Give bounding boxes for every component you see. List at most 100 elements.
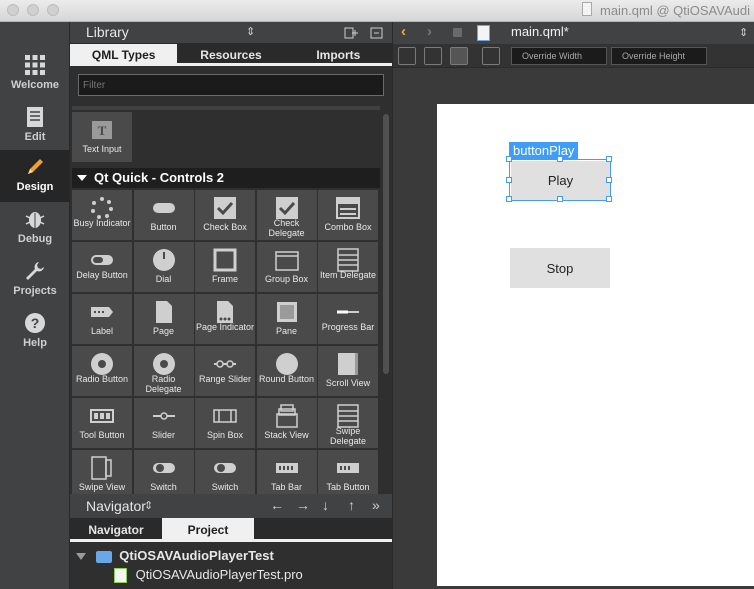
qml-type-label: Switch bbox=[211, 482, 239, 492]
tab-bar-icon bbox=[275, 463, 298, 473]
close-panel-icon[interactable] bbox=[370, 26, 384, 40]
resize-handle[interactable] bbox=[557, 196, 563, 202]
filter-input[interactable] bbox=[78, 74, 384, 96]
mode-projects[interactable]: Projects bbox=[0, 254, 70, 306]
mode-edit[interactable]: Edit bbox=[0, 100, 70, 152]
snap-off-icon[interactable] bbox=[398, 47, 416, 65]
tab-qml-types[interactable]: QML Types bbox=[70, 44, 178, 63]
qml-type-item[interactable]: Page Indicator bbox=[195, 294, 255, 344]
arrow-right-icon[interactable]: → bbox=[296, 497, 310, 513]
mode-debug[interactable]: Debug bbox=[0, 202, 70, 254]
qml-type-label: Radio Button bbox=[75, 374, 129, 384]
arrow-up-icon[interactable]: ↑ bbox=[348, 497, 355, 513]
qml-type-item[interactable]: Stack View bbox=[256, 398, 317, 448]
qml-type-item[interactable]: Scroll View bbox=[318, 346, 378, 396]
minimize-window-button[interactable] bbox=[27, 4, 39, 16]
qml-type-item[interactable]: Progress Bar bbox=[318, 294, 378, 344]
zoom-window-button[interactable] bbox=[47, 4, 59, 16]
mode-help[interactable]: ? Help bbox=[0, 306, 70, 358]
qml-type-label: Delay Button bbox=[76, 270, 128, 280]
resize-handle[interactable] bbox=[606, 156, 612, 162]
qml-type-item[interactable]: Dial bbox=[133, 242, 194, 292]
snap-anchors-icon[interactable] bbox=[424, 47, 442, 65]
qml-type-item[interactable]: Combo Box bbox=[318, 190, 378, 240]
qml-type-item[interactable]: Label bbox=[72, 294, 132, 344]
tab-navigator[interactable]: Navigator bbox=[70, 518, 162, 539]
qml-type-item[interactable]: Tool Button bbox=[72, 398, 132, 448]
check-delegate-icon bbox=[275, 197, 298, 219]
section-qt-quick-controls-2[interactable]: Qt Quick - Controls 2 bbox=[72, 168, 380, 188]
selector-arrows-icon[interactable]: ⇕ bbox=[246, 25, 255, 38]
tree-row-project[interactable]: QtiOSAVAudioPlayerTest bbox=[76, 548, 274, 568]
qml-type-item[interactable]: Slider bbox=[133, 398, 194, 448]
resize-handle[interactable] bbox=[606, 196, 612, 202]
qml-type-item[interactable]: Tab Button bbox=[318, 450, 378, 500]
qml-type-item[interactable]: Radio Delegate bbox=[133, 346, 194, 396]
qml-type-item[interactable]: Busy Indicator bbox=[72, 190, 132, 240]
split-icon[interactable] bbox=[344, 26, 358, 40]
qml-type-item[interactable]: Frame bbox=[195, 242, 255, 292]
qml-type-item[interactable]: Switch bbox=[133, 450, 194, 500]
window-title: main.qml @ QtiOSAVAudi bbox=[600, 3, 750, 18]
qml-type-item[interactable]: Delay Button bbox=[72, 242, 132, 292]
close-window-button[interactable] bbox=[7, 4, 19, 16]
selector-arrows-icon[interactable]: ⇕ bbox=[144, 499, 153, 512]
pencil-icon bbox=[28, 159, 43, 174]
qml-type-label: Swipe Delegate bbox=[329, 426, 367, 446]
qml-type-text-input[interactable]: T Text Input bbox=[72, 112, 132, 162]
mode-design[interactable]: Design bbox=[0, 150, 70, 202]
project-file-name: QtiOSAVAudioPlayerTest.pro bbox=[135, 567, 303, 582]
override-width-field[interactable]: Override Width bbox=[511, 47, 607, 65]
qml-type-item[interactable]: Switch bbox=[195, 450, 255, 500]
document-icon bbox=[582, 2, 592, 16]
qml-type-item[interactable]: Range Slider bbox=[195, 346, 255, 396]
scrollbar-thumb[interactable] bbox=[383, 114, 389, 374]
grid-icon bbox=[25, 55, 45, 75]
qml-type-item[interactable]: Group Box bbox=[256, 242, 317, 292]
mode-label: Edit bbox=[24, 131, 46, 143]
back-chevron-icon[interactable]: ‹ bbox=[401, 23, 406, 40]
double-chevron-icon[interactable]: » bbox=[372, 497, 380, 513]
resize-handle[interactable] bbox=[506, 177, 512, 183]
qml-type-item[interactable]: Page bbox=[133, 294, 194, 344]
selection-id-tag: buttonPlay bbox=[509, 142, 579, 160]
qml-type-item[interactable]: Radio Button bbox=[72, 346, 132, 396]
tree-row-pro-file[interactable]: QtiOSAVAudioPlayerTest.pro bbox=[114, 567, 303, 587]
tab-project[interactable]: Project bbox=[162, 518, 254, 539]
qml-type-label: Group Box bbox=[264, 274, 309, 284]
snap-margins-icon[interactable] bbox=[450, 47, 468, 65]
resize-handle[interactable] bbox=[506, 156, 512, 162]
radio-delegate-icon bbox=[152, 353, 175, 375]
page-icon bbox=[155, 301, 172, 323]
qml-type-item[interactable]: Check Box bbox=[195, 190, 255, 240]
lock-icon[interactable] bbox=[453, 28, 462, 37]
forward-chevron-icon[interactable]: › bbox=[427, 23, 432, 40]
stop-button[interactable]: Stop bbox=[510, 248, 610, 288]
resize-handle[interactable] bbox=[557, 156, 563, 162]
open-file-name[interactable]: main.qml* bbox=[511, 24, 569, 39]
qml-type-item[interactable]: Tab Bar bbox=[256, 450, 317, 500]
qml-type-item[interactable]: Button bbox=[133, 190, 194, 240]
qml-type-item[interactable]: Check Delegate bbox=[256, 190, 317, 240]
override-height-field[interactable]: Override Height bbox=[611, 47, 707, 65]
navigator-tabs: Navigator Project bbox=[70, 518, 392, 542]
library-scrollbar[interactable] bbox=[380, 112, 392, 494]
qml-type-label: Radio Delegate bbox=[145, 374, 182, 394]
qml-type-item[interactable]: Item Delegate bbox=[318, 242, 378, 292]
resize-handle[interactable] bbox=[506, 196, 512, 202]
mode-welcome[interactable]: Welcome bbox=[0, 48, 70, 100]
selector-arrows-icon[interactable]: ⇕ bbox=[739, 26, 748, 39]
qml-type-item[interactable]: Spin Box bbox=[195, 398, 255, 448]
qml-type-item[interactable]: Round Button bbox=[256, 346, 317, 396]
qml-type-item[interactable]: Swipe Delegate bbox=[318, 398, 378, 448]
qml-type-item[interactable]: Pane bbox=[256, 294, 317, 344]
selection-box bbox=[506, 156, 612, 202]
arrow-down-icon[interactable]: ↓ bbox=[322, 497, 329, 513]
arrow-left-icon[interactable]: ← bbox=[270, 497, 284, 513]
resize-handle[interactable] bbox=[606, 177, 612, 183]
show-bounds-icon[interactable] bbox=[482, 47, 500, 65]
tab-resources[interactable]: Resources bbox=[177, 44, 284, 63]
qml-type-item[interactable]: Swipe View bbox=[72, 450, 132, 500]
tab-imports[interactable]: Imports bbox=[285, 44, 392, 63]
combo-box-icon bbox=[336, 197, 360, 219]
